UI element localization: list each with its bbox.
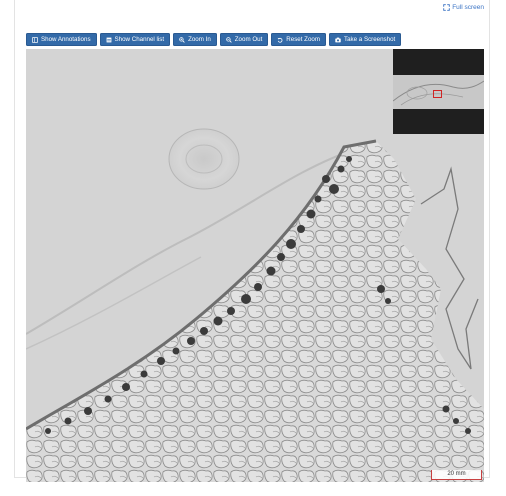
take-screenshot-label: Take a Screenshot — [344, 36, 396, 43]
take-screenshot-button[interactable]: Take a Screenshot — [329, 33, 402, 46]
fullscreen-label: Full screen — [452, 4, 484, 11]
minimap-thumbnail — [393, 75, 484, 109]
minimap-viewport-box[interactable] — [433, 90, 442, 98]
minimap[interactable] — [393, 49, 484, 134]
camera-icon — [335, 37, 341, 42]
zoom-out-button[interactable]: Zoom Out — [219, 33, 269, 46]
zoom-out-icon — [226, 36, 232, 43]
show-annotations-label: Show Annotations — [41, 36, 91, 43]
show-channel-list-button[interactable]: Show Channel list — [99, 33, 171, 46]
reset-zoom-label: Reset Zoom — [286, 36, 320, 43]
scale-bar: 20 mm — [431, 470, 482, 480]
zoom-out-label: Zoom Out — [234, 36, 263, 43]
scale-bar-label: 20 mm — [447, 471, 466, 477]
expand-icon — [443, 4, 450, 11]
show-channel-list-label: Show Channel list — [114, 36, 165, 43]
reset-zoom-button[interactable]: Reset Zoom — [271, 33, 326, 46]
show-annotations-button[interactable]: Show Annotations — [26, 33, 97, 46]
zoom-in-button[interactable]: Zoom In — [173, 33, 217, 46]
zoom-in-icon — [179, 36, 185, 43]
reset-icon — [277, 37, 283, 43]
viewer-toolbar: Show Annotations Show Channel list Zoom … — [26, 33, 402, 46]
image-viewer[interactable]: 20 mm — [26, 49, 484, 482]
fullscreen-button[interactable]: Full screen — [443, 4, 484, 11]
annotations-icon — [32, 36, 38, 43]
zoom-in-label: Zoom In — [188, 36, 211, 43]
channel-list-icon — [106, 37, 111, 42]
